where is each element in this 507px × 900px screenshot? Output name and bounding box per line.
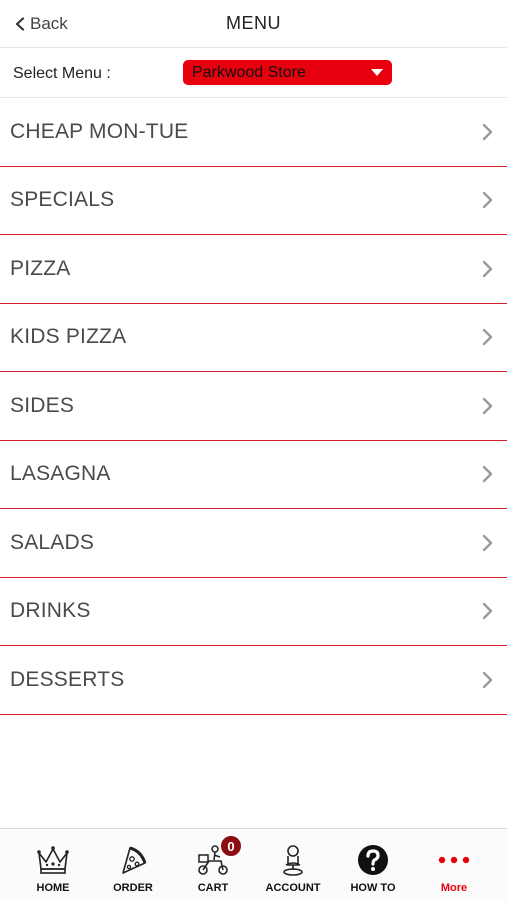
tab-order[interactable]: ORDER: [93, 829, 173, 900]
menu-item-label: PIZZA: [10, 256, 71, 280]
menu-item-label: DESSERTS: [10, 667, 125, 691]
chevron-right-icon: [482, 192, 493, 209]
chevron-right-icon: [482, 603, 493, 620]
menu-item-label: DRINKS: [10, 599, 91, 623]
crown-icon: [37, 846, 69, 874]
chevron-right-icon: [482, 329, 493, 346]
page-title: MENU: [226, 13, 281, 33]
chevron-right-icon: [482, 260, 493, 277]
tab-account-label: ACCOUNT: [265, 882, 321, 894]
select-menu-label: Select Menu :: [13, 65, 111, 82]
menu-item-kids-pizza[interactable]: KIDS PIZZA: [0, 303, 507, 372]
tab-cart[interactable]: 0 CART: [173, 829, 253, 900]
tab-account[interactable]: ACCOUNT: [253, 829, 333, 900]
store-select[interactable]: Parkwood Store: [183, 60, 392, 85]
chevron-right-icon: [482, 466, 493, 483]
menu-item-label: SIDES: [10, 393, 75, 417]
tab-more-label: More: [440, 882, 468, 894]
select-menu-bar: Select Menu : Parkwood Store: [0, 48, 507, 98]
store-select-value: Parkwood Store: [192, 64, 306, 81]
menu-item-label: CHEAP MON-TUE: [10, 119, 189, 143]
tab-cart-label: CART: [197, 882, 229, 894]
menu-item-cheap-mon-tue[interactable]: CHEAP MON-TUE: [0, 98, 507, 167]
tab-order-label: ORDER: [113, 882, 153, 894]
menu-item-pizza[interactable]: PIZZA: [0, 235, 507, 304]
menu-item-salads[interactable]: SALADS: [0, 509, 507, 578]
more-dots-icon: [438, 856, 470, 864]
header-bar: Back MENU: [0, 0, 507, 48]
menu-item-specials[interactable]: SPECIALS: [0, 166, 507, 235]
question-icon: [358, 845, 388, 875]
bottom-tab-bar: HOME ORDER 0 CART ACCOUNT HOW TO More: [0, 828, 507, 900]
menu-item-label: SPECIALS: [10, 188, 115, 212]
tab-home-label: HOME: [36, 882, 70, 894]
menu-item-label: LASAGNA: [10, 462, 111, 486]
tab-how-to[interactable]: HOW TO: [333, 829, 413, 900]
chevron-right-icon: [482, 397, 493, 414]
cart-count-badge: 0: [219, 834, 243, 858]
menu-item-desserts[interactable]: DESSERTS: [0, 646, 507, 715]
chevron-right-icon: [482, 671, 493, 688]
tab-more[interactable]: More: [414, 829, 494, 900]
menu-category-list: CHEAP MON-TUE SPECIALS PIZZA KIDS PIZZA …: [0, 98, 507, 715]
menu-item-lasagna[interactable]: LASAGNA: [0, 440, 507, 509]
menu-item-sides[interactable]: SIDES: [0, 372, 507, 441]
menu-item-drinks[interactable]: DRINKS: [0, 577, 507, 646]
tab-home[interactable]: HOME: [13, 829, 93, 900]
menu-item-label: KIDS PIZZA: [10, 325, 127, 349]
menu-item-label: SALADS: [10, 530, 95, 554]
chevron-right-icon: [482, 534, 493, 551]
person-icon: [283, 845, 303, 876]
pizza-slice-icon: [122, 846, 147, 874]
tab-how-to-label: HOW TO: [350, 882, 396, 894]
caret-down-icon: [371, 69, 383, 76]
chevron-right-icon: [482, 123, 493, 140]
